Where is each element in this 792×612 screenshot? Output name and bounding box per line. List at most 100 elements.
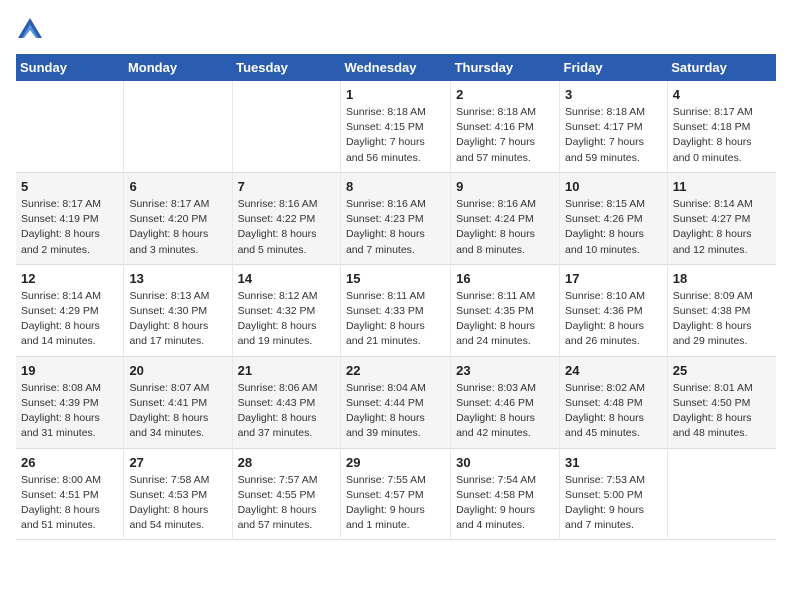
calendar-cell: 19 Sunrise: 8:08 AM Sunset: 4:39 PM Dayli… xyxy=(16,356,124,448)
day-number: 28 xyxy=(238,455,335,470)
day-info: Sunrise: 8:12 AM Sunset: 4:32 PM Dayligh… xyxy=(238,289,335,350)
calendar-cell: 6 Sunrise: 8:17 AM Sunset: 4:20 PM Daylig… xyxy=(124,172,232,264)
weekday-header-wednesday: Wednesday xyxy=(340,54,450,81)
day-number: 30 xyxy=(456,455,554,470)
calendar-cell: 20 Sunrise: 8:07 AM Sunset: 4:41 PM Dayli… xyxy=(124,356,232,448)
calendar-cell: 30Sunrise: 7:54 AM Sunset: 4:58 PM Dayli… xyxy=(451,448,560,540)
day-number: 21 xyxy=(238,363,335,378)
calendar-cell: 2Sunrise: 8:18 AM Sunset: 4:16 PM Daylig… xyxy=(451,81,560,172)
day-number: 23 xyxy=(456,363,554,378)
day-info: Sunrise: 8:17 AM Sunset: 4:20 PM Dayligh… xyxy=(129,197,226,258)
calendar-cell: 27 Sunrise: 7:58 AM Sunset: 4:53 PM Dayli… xyxy=(124,448,232,540)
day-info: Sunrise: 8:02 AM Sunset: 4:48 PM Dayligh… xyxy=(565,381,662,442)
day-info: Sunrise: 8:09 AM Sunset: 4:38 PM Dayligh… xyxy=(673,289,771,350)
day-info: Sunrise: 8:14 AM Sunset: 4:29 PM Dayligh… xyxy=(21,289,118,350)
day-info: Sunrise: 8:08 AM Sunset: 4:39 PM Dayligh… xyxy=(21,381,118,442)
calendar-cell: 13 Sunrise: 8:13 AM Sunset: 4:30 PM Dayli… xyxy=(124,264,232,356)
calendar-cell: 23 Sunrise: 8:03 AM Sunset: 4:46 PM Dayli… xyxy=(451,356,560,448)
day-info: Sunrise: 7:55 AM Sunset: 4:57 PM Dayligh… xyxy=(346,473,445,534)
day-number: 1 xyxy=(346,87,445,102)
calendar-cell: 5Sunrise: 8:17 AM Sunset: 4:19 PM Daylig… xyxy=(16,172,124,264)
calendar-week-row: 12 Sunrise: 8:14 AM Sunset: 4:29 PM Dayli… xyxy=(16,264,776,356)
weekday-header-thursday: Thursday xyxy=(451,54,560,81)
day-info: Sunrise: 8:16 AM Sunset: 4:23 PM Dayligh… xyxy=(346,197,445,258)
day-info: Sunrise: 8:15 AM Sunset: 4:26 PM Dayligh… xyxy=(565,197,662,258)
day-info: Sunrise: 8:18 AM Sunset: 4:17 PM Dayligh… xyxy=(565,105,662,166)
day-number: 2 xyxy=(456,87,554,102)
day-number: 9 xyxy=(456,179,554,194)
weekday-header-saturday: Saturday xyxy=(667,54,776,81)
calendar-week-row: 19 Sunrise: 8:08 AM Sunset: 4:39 PM Dayli… xyxy=(16,356,776,448)
day-info: Sunrise: 7:57 AM Sunset: 4:55 PM Dayligh… xyxy=(238,473,335,534)
calendar-cell: 18 Sunrise: 8:09 AM Sunset: 4:38 PM Dayli… xyxy=(667,264,776,356)
day-info: Sunrise: 8:11 AM Sunset: 4:33 PM Dayligh… xyxy=(346,289,445,350)
day-info: Sunrise: 8:00 AM Sunset: 4:51 PM Dayligh… xyxy=(21,473,118,534)
day-info: Sunrise: 8:04 AM Sunset: 4:44 PM Dayligh… xyxy=(346,381,445,442)
day-number: 13 xyxy=(129,271,226,286)
day-info: Sunrise: 8:11 AM Sunset: 4:35 PM Dayligh… xyxy=(456,289,554,350)
calendar-cell: 10 Sunrise: 8:15 AM Sunset: 4:26 PM Dayli… xyxy=(560,172,668,264)
calendar-cell: 8 Sunrise: 8:16 AM Sunset: 4:23 PM Daylig… xyxy=(340,172,450,264)
calendar-cell: 28 Sunrise: 7:57 AM Sunset: 4:55 PM Dayli… xyxy=(232,448,340,540)
day-number: 15 xyxy=(346,271,445,286)
calendar-cell: 21Sunrise: 8:06 AM Sunset: 4:43 PM Dayli… xyxy=(232,356,340,448)
day-number: 8 xyxy=(346,179,445,194)
day-number: 4 xyxy=(673,87,771,102)
weekday-header-sunday: Sunday xyxy=(16,54,124,81)
day-info: Sunrise: 8:03 AM Sunset: 4:46 PM Dayligh… xyxy=(456,381,554,442)
day-number: 6 xyxy=(129,179,226,194)
calendar-cell: 4 Sunrise: 8:17 AM Sunset: 4:18 PM Daylig… xyxy=(667,81,776,172)
page-header xyxy=(16,16,776,44)
day-info: Sunrise: 8:07 AM Sunset: 4:41 PM Dayligh… xyxy=(129,381,226,442)
day-info: Sunrise: 8:17 AM Sunset: 4:18 PM Dayligh… xyxy=(673,105,771,166)
day-number: 19 xyxy=(21,363,118,378)
day-number: 27 xyxy=(129,455,226,470)
weekday-header-monday: Monday xyxy=(124,54,232,81)
weekday-header-friday: Friday xyxy=(560,54,668,81)
day-number: 14 xyxy=(238,271,335,286)
day-number: 5 xyxy=(21,179,118,194)
calendar-week-row: 5Sunrise: 8:17 AM Sunset: 4:19 PM Daylig… xyxy=(16,172,776,264)
weekday-header-tuesday: Tuesday xyxy=(232,54,340,81)
day-number: 24 xyxy=(565,363,662,378)
calendar-cell: 16 Sunrise: 8:11 AM Sunset: 4:35 PM Dayli… xyxy=(451,264,560,356)
day-info: Sunrise: 8:18 AM Sunset: 4:15 PM Dayligh… xyxy=(346,105,445,166)
calendar-cell: 22Sunrise: 8:04 AM Sunset: 4:44 PM Dayli… xyxy=(340,356,450,448)
day-number: 18 xyxy=(673,271,771,286)
calendar-cell xyxy=(124,81,232,172)
calendar-week-row: 1 Sunrise: 8:18 AM Sunset: 4:15 PM Daylig… xyxy=(16,81,776,172)
day-number: 16 xyxy=(456,271,554,286)
logo-icon xyxy=(16,16,44,44)
day-number: 3 xyxy=(565,87,662,102)
day-number: 17 xyxy=(565,271,662,286)
day-number: 25 xyxy=(673,363,771,378)
calendar-cell: 7Sunrise: 8:16 AM Sunset: 4:22 PM Daylig… xyxy=(232,172,340,264)
day-number: 31 xyxy=(565,455,662,470)
day-number: 26 xyxy=(21,455,118,470)
calendar-cell: 11Sunrise: 8:14 AM Sunset: 4:27 PM Dayli… xyxy=(667,172,776,264)
day-number: 20 xyxy=(129,363,226,378)
calendar-cell: 25Sunrise: 8:01 AM Sunset: 4:50 PM Dayli… xyxy=(667,356,776,448)
calendar-cell: 14 Sunrise: 8:12 AM Sunset: 4:32 PM Dayli… xyxy=(232,264,340,356)
calendar-cell xyxy=(16,81,124,172)
calendar-cell: 15 Sunrise: 8:11 AM Sunset: 4:33 PM Dayli… xyxy=(340,264,450,356)
day-info: Sunrise: 8:10 AM Sunset: 4:36 PM Dayligh… xyxy=(565,289,662,350)
day-number: 12 xyxy=(21,271,118,286)
calendar-cell: 3 Sunrise: 8:18 AM Sunset: 4:17 PM Daylig… xyxy=(560,81,668,172)
calendar-week-row: 26 Sunrise: 8:00 AM Sunset: 4:51 PM Dayli… xyxy=(16,448,776,540)
day-info: Sunrise: 7:58 AM Sunset: 4:53 PM Dayligh… xyxy=(129,473,226,534)
calendar-cell: 29Sunrise: 7:55 AM Sunset: 4:57 PM Dayli… xyxy=(340,448,450,540)
day-info: Sunrise: 8:16 AM Sunset: 4:24 PM Dayligh… xyxy=(456,197,554,258)
calendar-table: SundayMondayTuesdayWednesdayThursdayFrid… xyxy=(16,54,776,540)
calendar-cell: 1 Sunrise: 8:18 AM Sunset: 4:15 PM Daylig… xyxy=(340,81,450,172)
calendar-cell: 12 Sunrise: 8:14 AM Sunset: 4:29 PM Dayli… xyxy=(16,264,124,356)
calendar-cell: 9 Sunrise: 8:16 AM Sunset: 4:24 PM Daylig… xyxy=(451,172,560,264)
day-info: Sunrise: 8:14 AM Sunset: 4:27 PM Dayligh… xyxy=(673,197,771,258)
calendar-cell xyxy=(667,448,776,540)
day-info: Sunrise: 8:13 AM Sunset: 4:30 PM Dayligh… xyxy=(129,289,226,350)
day-number: 10 xyxy=(565,179,662,194)
calendar-cell: 17 Sunrise: 8:10 AM Sunset: 4:36 PM Dayli… xyxy=(560,264,668,356)
calendar-cell: 31Sunrise: 7:53 AM Sunset: 5:00 PM Dayli… xyxy=(560,448,668,540)
calendar-cell xyxy=(232,81,340,172)
calendar-cell: 24 Sunrise: 8:02 AM Sunset: 4:48 PM Dayli… xyxy=(560,356,668,448)
